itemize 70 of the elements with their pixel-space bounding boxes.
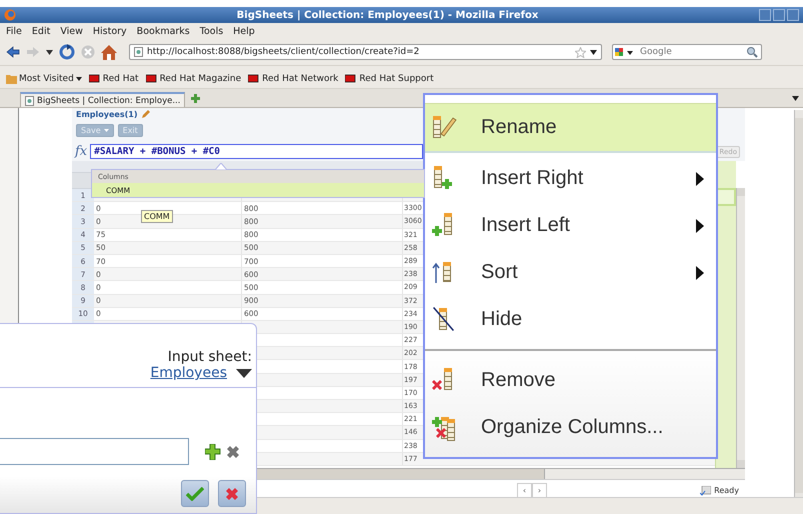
- grid-status-icon: [700, 486, 712, 496]
- bookmark-icon: [345, 74, 358, 84]
- column-remove-icon: [432, 368, 452, 390]
- search-icon[interactable]: [746, 46, 758, 58]
- bookmark-link[interactable]: Most Visited: [6, 74, 82, 84]
- sheet-title: Employees(1): [76, 110, 138, 119]
- page-icon: [25, 96, 34, 106]
- menu-item[interactable]: Insert Right: [425, 155, 716, 202]
- bookmark-link[interactable]: Red Hat Magazine: [146, 74, 242, 84]
- firefox-icon: [4, 9, 16, 21]
- caret-icon: [104, 129, 109, 132]
- bookmark-link[interactable]: Red Hat Support: [345, 74, 434, 84]
- caret-icon: [76, 77, 82, 81]
- close-button[interactable]: [787, 9, 799, 21]
- ok-button[interactable]: [181, 480, 209, 507]
- bookmark-icon: [248, 74, 260, 84]
- menu-item[interactable]: History: [92, 26, 127, 36]
- tooltip: COMM: [141, 210, 173, 223]
- url-text: http://localhost:8088/bigsheets/client/collection/create?id=2: [147, 47, 420, 57]
- bookmark-icon: [88, 74, 101, 84]
- address-field[interactable]: http://localhost:8088/bigsheets/client/collection/create?id=2: [129, 44, 602, 60]
- status-text: Ready: [714, 486, 739, 495]
- maximize-button[interactable]: [773, 9, 785, 21]
- submenu-arrow-icon: [696, 218, 704, 232]
- input-field[interactable]: [0, 438, 189, 465]
- plus-icon[interactable]: [205, 444, 221, 460]
- bookmark-link[interactable]: Red Hat: [88, 74, 139, 84]
- caret-icon[interactable]: [792, 96, 799, 101]
- new-tab-icon[interactable]: [191, 94, 200, 103]
- submenu-arrow-icon: [696, 172, 704, 186]
- close-icon: [226, 488, 238, 500]
- menu-item[interactable]: Edit: [32, 26, 50, 36]
- pencil-icon[interactable]: [141, 110, 150, 119]
- folder-icon: [6, 74, 17, 84]
- column-pencil-icon: [433, 116, 457, 138]
- page-icon: [134, 47, 143, 57]
- caret-icon[interactable]: [590, 50, 597, 54]
- columns-organize-icon: [432, 416, 455, 440]
- minimize-button[interactable]: [759, 9, 771, 21]
- stop-icon[interactable]: [81, 45, 95, 59]
- back-icon[interactable]: [6, 46, 20, 58]
- input-sheet-link[interactable]: Employees: [150, 365, 227, 381]
- cancel-button[interactable]: [218, 480, 246, 507]
- caret-icon[interactable]: [46, 50, 53, 54]
- menu-item[interactable]: Bookmarks: [136, 26, 190, 36]
- formula-label: fx: [75, 144, 88, 159]
- menu-item[interactable]: File: [6, 26, 22, 36]
- formula-field[interactable]: #SALARY + #BONUS + #C0: [90, 144, 424, 159]
- window-title: BigSheets | Collection: Employees(1) - Mozilla Firefox: [236, 10, 540, 20]
- close-icon[interactable]: [227, 446, 239, 458]
- vertical-scrollbar[interactable]: [736, 188, 745, 468]
- home-icon[interactable]: [101, 44, 117, 60]
- reload-icon[interactable]: [59, 44, 75, 60]
- column-arrow-icon: [432, 262, 451, 284]
- menu-item[interactable]: View: [60, 26, 83, 36]
- menu-item[interactable]: Help: [233, 26, 255, 36]
- caret-icon[interactable]: [236, 368, 252, 378]
- submenu-arrow-icon: [696, 266, 704, 280]
- checkmark-icon: [186, 486, 204, 500]
- menu-item[interactable]: Rename: [425, 103, 716, 153]
- input-sheet-label: Input sheet:: [168, 349, 252, 365]
- column-crossed-icon: [433, 306, 454, 330]
- browser-tab[interactable]: BigSheets | Collection: Employe...: [20, 92, 186, 107]
- star-icon[interactable]: [575, 46, 586, 58]
- column-plus-icon: [432, 212, 452, 236]
- column-plus-icon: [434, 166, 452, 188]
- menu-item[interactable]: Tools: [200, 26, 224, 36]
- bookmark-link[interactable]: Red Hat Network: [248, 74, 338, 84]
- search-field[interactable]: Google: [612, 44, 762, 60]
- bookmark-icon: [146, 74, 158, 84]
